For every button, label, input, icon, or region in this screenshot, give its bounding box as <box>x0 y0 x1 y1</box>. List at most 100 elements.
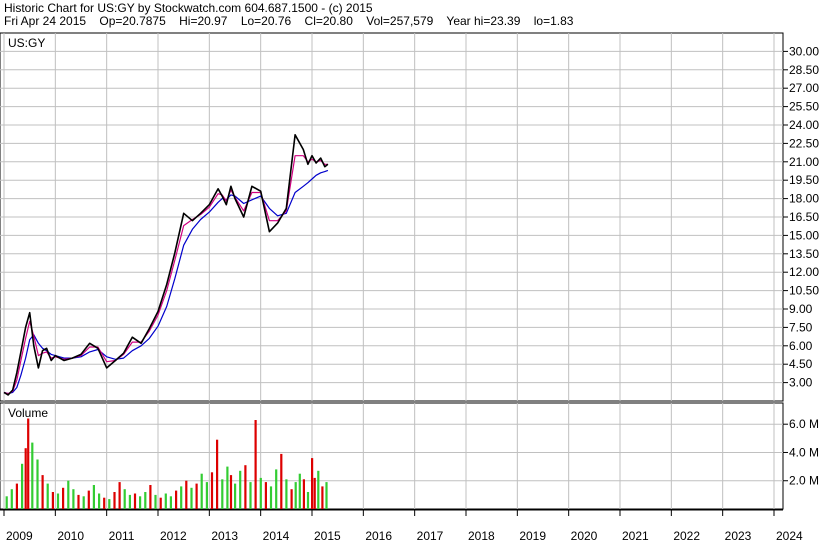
volume-bar <box>82 496 85 509</box>
x-tick-label: 2016 <box>365 529 392 543</box>
volume-label: Volume <box>8 406 48 420</box>
volume-bar <box>175 490 178 509</box>
volume-bar <box>244 465 247 509</box>
volume-bar <box>216 439 219 509</box>
volume-bar <box>313 477 316 509</box>
price-tick-label: 3.00 <box>789 376 813 390</box>
price-tick-label: 4.50 <box>789 357 813 371</box>
price-tick-label: 15.00 <box>789 228 819 242</box>
x-tick-label: 2020 <box>571 529 598 543</box>
price-tick-label: 27.00 <box>789 81 819 95</box>
volume-bar <box>10 489 13 509</box>
volume-bar <box>229 475 233 509</box>
x-tick-label: 2023 <box>725 529 752 543</box>
volume-bar <box>87 490 90 509</box>
volume-bar <box>264 482 267 509</box>
volume-bar <box>128 494 131 509</box>
volume-bar <box>92 485 95 509</box>
price-tick-label: 24.00 <box>789 118 819 132</box>
volume-axis: 6.0 M 4.0 M 2.0 M <box>783 417 819 488</box>
volume-bar <box>311 458 314 509</box>
volume-bar <box>259 477 262 509</box>
volume-bar <box>123 489 126 509</box>
volume-bar <box>15 483 18 509</box>
volume-bar <box>154 494 157 509</box>
volume-bar <box>317 470 320 509</box>
volume-bar <box>5 496 8 509</box>
volume-bar <box>103 497 106 509</box>
volume-bar <box>36 459 39 509</box>
historic-chart: 30.00 28.50 27.00 25.50 24.00 22.50 21.00 19.50… <box>0 32 819 543</box>
volume-bar <box>285 479 288 509</box>
volume-bar <box>169 496 172 509</box>
x-tick-label: 2024 <box>776 529 803 543</box>
price-tick-label: 25.50 <box>789 100 819 114</box>
x-tick-label: 2009 <box>6 529 33 543</box>
price-grid <box>0 33 783 401</box>
volume-bar <box>62 487 65 509</box>
volume-bar <box>77 494 80 509</box>
volume-bar <box>41 475 44 509</box>
volume-bar <box>164 493 167 509</box>
price-tick-label: 21.00 <box>789 155 819 169</box>
volume-bar <box>298 473 301 509</box>
volume-panel <box>0 402 784 510</box>
volume-bar <box>269 486 273 509</box>
price-tick-label: 7.50 <box>789 320 813 334</box>
x-tick-label: 2014 <box>263 529 290 543</box>
volume-bar <box>275 469 278 509</box>
x-tick-label: 2015 <box>314 529 341 543</box>
volume-bar <box>226 466 229 509</box>
volume-bar <box>321 486 324 509</box>
price-tick-label: 28.50 <box>789 63 819 77</box>
volume-bar <box>21 463 24 509</box>
volume-bar <box>67 480 70 509</box>
volume-bar <box>294 482 297 509</box>
x-tick-label: 2021 <box>622 529 649 543</box>
volume-bar <box>159 497 162 509</box>
price-tick-label: 30.00 <box>789 44 819 58</box>
price-tick-label: 22.50 <box>789 136 819 150</box>
volume-bar <box>290 489 293 509</box>
volume-bar <box>210 472 214 509</box>
x-tick-label: 2013 <box>211 529 238 543</box>
volume-bar <box>72 489 75 509</box>
price-tick-label: 6.00 <box>789 339 813 353</box>
volume-bar <box>56 493 60 509</box>
price-tick-label: 9.00 <box>789 302 813 316</box>
volume-bar <box>118 482 121 509</box>
price-tick-label: 19.50 <box>789 173 819 187</box>
volume-bar <box>302 479 305 509</box>
volume-bar <box>185 480 188 509</box>
x-tick-label: 2012 <box>160 529 187 543</box>
volume-bar <box>31 442 34 509</box>
volume-bar <box>108 499 111 509</box>
volume-bar <box>113 492 116 509</box>
x-tick-label: 2017 <box>417 529 444 543</box>
price-tick-label: 12.00 <box>789 265 819 279</box>
volume-bar <box>133 493 137 509</box>
symbol-label: US:GY <box>8 36 45 50</box>
volume-bar <box>46 483 49 509</box>
x-axis: 2009 2010 2011 2012 2013 2014 2015 2016 2017 2018… <box>3 510 803 543</box>
volume-bar <box>306 492 310 509</box>
volume-bar <box>221 479 224 509</box>
volume-tick-label: 4.0 M <box>789 445 819 459</box>
volume-tick-label: 2.0 M <box>789 474 819 488</box>
volume-bar <box>234 483 237 509</box>
volume-bar <box>139 496 142 509</box>
volume-bar <box>254 420 257 509</box>
price-tick-label: 18.00 <box>789 192 819 206</box>
volume-bar <box>190 487 193 509</box>
price-tick-label: 16.50 <box>789 210 819 224</box>
price-tick-label: 10.50 <box>789 284 819 298</box>
volume-bar <box>149 485 152 509</box>
volume-bar <box>24 448 27 509</box>
x-tick-label: 2022 <box>673 529 700 543</box>
x-tick-label: 2010 <box>57 529 84 543</box>
volume-bar <box>180 486 183 509</box>
price-tick-label: 13.50 <box>789 247 819 261</box>
volume-bar <box>249 482 252 509</box>
volume-bar <box>325 482 328 509</box>
volume-bar <box>144 492 147 509</box>
